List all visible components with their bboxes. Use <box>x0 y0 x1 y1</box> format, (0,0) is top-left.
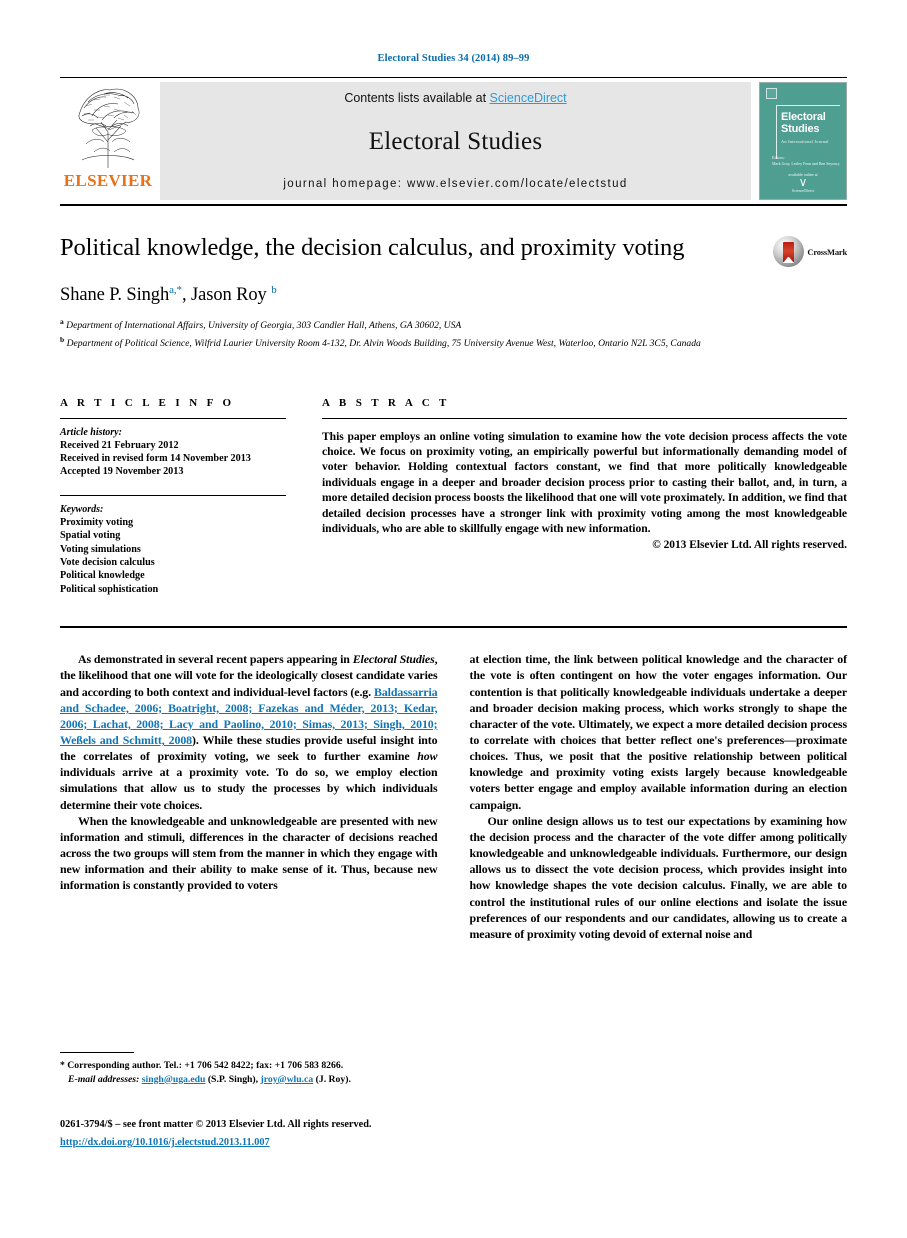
corresponding-author-note: * Corresponding author. Tel.: +1 706 542… <box>60 1059 455 1086</box>
author-name: Jason Roy <box>191 285 267 306</box>
affil-label: b <box>60 334 65 344</box>
abstract-rule <box>322 417 847 419</box>
body-paragraph: When the knowledgeable and unknowledgeab… <box>60 813 438 893</box>
keywords-rule <box>60 494 286 496</box>
body-paragraph: As demonstrated in several recent papers… <box>60 651 438 813</box>
affiliation-b: b Department of Political Science, Wilfr… <box>60 333 741 351</box>
history-item: Received 21 February 2012 <box>60 439 179 451</box>
cover-title: Electoral Studies <box>781 111 826 135</box>
author-separator: , <box>181 285 192 306</box>
crossmark-bookmark-shape <box>783 241 795 263</box>
footnote-contact: Corresponding author. Tel.: +1 706 542 8… <box>64 1060 344 1071</box>
journal-masthead: ELSEVIER Contents lists available at Sci… <box>60 82 847 200</box>
info-abstract-section: A R T I C L E I N F O Article history: R… <box>60 397 847 597</box>
affiliation-a: a Department of International Affairs, U… <box>60 315 741 333</box>
article-history-label: Article history: <box>60 426 122 438</box>
para-text: individuals arrive at a proximity vote. … <box>60 765 438 812</box>
article-info-rule <box>60 417 286 419</box>
journal-cover-thumbnail[interactable]: Electoral Studies An International Journ… <box>759 82 847 200</box>
emphasis-how: how <box>417 749 438 764</box>
issn-copyright-line: 0261-3794/$ – see front matter © 2013 El… <box>60 1119 372 1130</box>
crossmark-label: CrossMark <box>807 246 847 257</box>
body-column-right: at election time, the link between polit… <box>470 651 848 981</box>
page-footer: 0261-3794/$ – see front matter © 2013 El… <box>60 1118 560 1150</box>
cover-publisher-logo: available online at ∨ ScienceDirect <box>788 172 817 193</box>
page-title: Political knowledge, the decision calcul… <box>60 234 685 261</box>
cover-science-direct-mark: ∨ <box>798 175 808 189</box>
masthead-center: Contents lists available at ScienceDirec… <box>160 82 751 200</box>
sciencedirect-link[interactable]: ScienceDirect <box>490 91 567 105</box>
journal-homepage[interactable]: journal homepage: www.elsevier.com/locat… <box>283 178 627 190</box>
keyword-item: Vote decision calculus <box>60 556 155 568</box>
email-addresses-label: E-mail addresses: <box>68 1073 140 1085</box>
para-text: As demonstrated in several recent papers… <box>78 652 353 667</box>
abstract-column: A B S T R A C T This paper employs an on… <box>322 397 847 597</box>
keyword-item: Political sophistication <box>60 583 159 595</box>
footnote-block: * Corresponding author. Tel.: +1 706 542… <box>60 1052 455 1086</box>
keyword-item: Political knowledge <box>60 570 145 582</box>
doi-link[interactable]: http://dx.doi.org/10.1016/j.electstud.20… <box>60 1137 270 1148</box>
journal-mention: Electoral Studies <box>352 652 435 667</box>
running-head: Electoral Studies 34 (2014) 89–99 <box>377 53 530 64</box>
author-affil-marker: b <box>271 284 277 296</box>
corresponding-marker[interactable]: ,* <box>174 284 182 296</box>
cover-title-line2: Studies <box>781 123 820 135</box>
history-item: Received in revised form 14 November 201… <box>60 452 251 464</box>
affiliation-text: Department of International Affairs, Uni… <box>66 320 462 332</box>
crossmark-area[interactable]: CrossMark <box>755 232 847 351</box>
cover-corner-mark <box>766 88 777 99</box>
contents-available-line: Contents lists available at ScienceDirec… <box>344 91 566 105</box>
keywords-label: Keywords: <box>60 503 104 515</box>
masthead-bottom-rule <box>60 204 847 206</box>
affil-label: a <box>60 317 64 327</box>
article-info-heading: A R T I C L E I N F O <box>60 396 235 409</box>
history-item: Accepted 19 November 2013 <box>60 466 184 478</box>
keywords-group: Keywords: Proximity voting Spatial votin… <box>60 504 286 596</box>
elsevier-tree-icon <box>78 88 140 168</box>
affiliation-text: Department of Political Science, Wilfrid… <box>66 338 701 350</box>
abstract-heading: A B S T R A C T <box>322 396 450 409</box>
title-left: Political knowledge, the decision calcul… <box>60 232 755 351</box>
email-link-roy[interactable]: jroy@wlu.ca <box>261 1074 314 1085</box>
article-history-group: Article history: Received 21 February 20… <box>60 427 286 479</box>
author-name: Shane P. Singh <box>60 285 170 306</box>
paper-page: Electoral Studies 34 (2014) 89–99 ELSEVI… <box>0 0 907 1238</box>
cover-title-line1: Electoral <box>781 111 826 123</box>
body-column-left: As demonstrated in several recent papers… <box>60 651 438 981</box>
keyword-item: Voting simulations <box>60 543 141 555</box>
cover-editors: Editors: Mark Gray, Lesley Fenn and Ben S… <box>772 155 840 166</box>
journal-title: Electoral Studies <box>368 127 543 155</box>
body-paragraph: Our online design allows us to test our … <box>469 813 848 941</box>
crossmark-badge[interactable]: CrossMark <box>773 236 847 267</box>
cover-publisher-name: ScienceDirect <box>791 188 815 193</box>
author-list: Shane P. Singha,*, Jason Roy b <box>60 284 741 306</box>
masthead-top-rule <box>60 77 847 78</box>
article-info-column: A R T I C L E I N F O Article history: R… <box>60 397 286 597</box>
abstract-text: This paper employs an online voting simu… <box>322 429 847 535</box>
abstract-copyright: © 2013 Elsevier Ltd. All rights reserved… <box>652 539 847 552</box>
keyword-item: Proximity voting <box>60 516 134 528</box>
keyword-item: Spatial voting <box>60 530 121 542</box>
crossmark-icon <box>773 236 805 267</box>
email-link-singh[interactable]: singh@uga.edu <box>142 1074 206 1085</box>
elsevier-wordmark: ELSEVIER <box>63 171 153 190</box>
affiliation-list: a Department of International Affairs, U… <box>60 315 741 350</box>
body-separator-rule <box>60 626 847 629</box>
footnote-rule <box>60 1052 134 1053</box>
body-paragraph: at election time, the link between polit… <box>469 652 848 812</box>
email-owner: (J. Roy). <box>313 1073 351 1085</box>
title-block: Political knowledge, the decision calcul… <box>60 232 847 351</box>
email-owner: (S.P. Singh), <box>205 1073 261 1085</box>
body-columns: As demonstrated in several recent papers… <box>60 651 847 981</box>
elsevier-logo: ELSEVIER <box>60 82 156 200</box>
cover-subtitle: An International Journal <box>781 139 829 144</box>
contents-prefix: Contents lists available at <box>344 91 490 105</box>
